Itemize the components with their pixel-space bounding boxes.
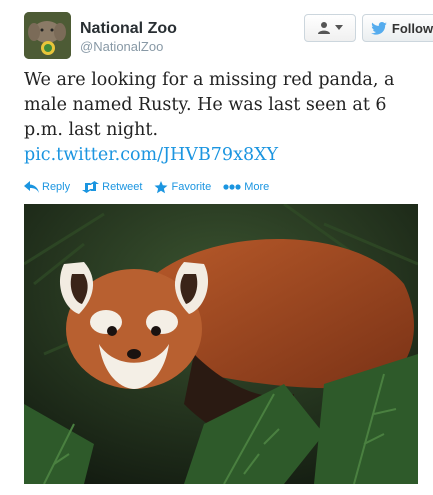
tweet-photo[interactable] xyxy=(24,204,418,484)
reply-action[interactable]: Reply xyxy=(24,181,70,193)
tweet-media-link[interactable]: pic.twitter.com/JHVB79x8XY xyxy=(24,143,419,168)
tweet-body: We are looking for a missing red panda, … xyxy=(24,68,419,168)
more-label: More xyxy=(244,181,270,193)
star-icon xyxy=(154,180,168,193)
more-action[interactable]: More xyxy=(223,181,269,193)
reply-arrow-icon xyxy=(24,181,39,193)
retweet-action[interactable]: Retweet xyxy=(82,181,142,193)
favorite-label: Favorite xyxy=(171,181,212,193)
follow-button[interactable]: Follow xyxy=(362,14,433,42)
tweet-text: We are looking for a missing red panda, … xyxy=(24,70,395,140)
avatar[interactable] xyxy=(24,12,71,59)
reply-label: Reply xyxy=(42,181,71,193)
favorite-action[interactable]: Favorite xyxy=(154,180,212,194)
tweet-actions: Reply Retweet Favorite More xyxy=(24,178,269,196)
follow-label: Follow xyxy=(391,20,433,36)
chevron-down-icon xyxy=(335,25,343,30)
tweet-header: National Zoo @NationalZoo Follow xyxy=(24,12,433,60)
person-icon xyxy=(318,22,330,34)
retweet-icon xyxy=(82,181,100,193)
twitter-bird-icon xyxy=(371,21,387,35)
user-actions-dropdown[interactable] xyxy=(304,14,356,42)
red-panda-photo xyxy=(24,204,418,484)
ellipsis-icon xyxy=(223,184,241,190)
retweet-label: Retweet xyxy=(102,181,143,193)
display-name[interactable]: National Zoo xyxy=(80,20,177,38)
elephant-avatar-icon xyxy=(24,12,71,59)
screen-name[interactable]: @NationalZoo xyxy=(80,38,177,56)
